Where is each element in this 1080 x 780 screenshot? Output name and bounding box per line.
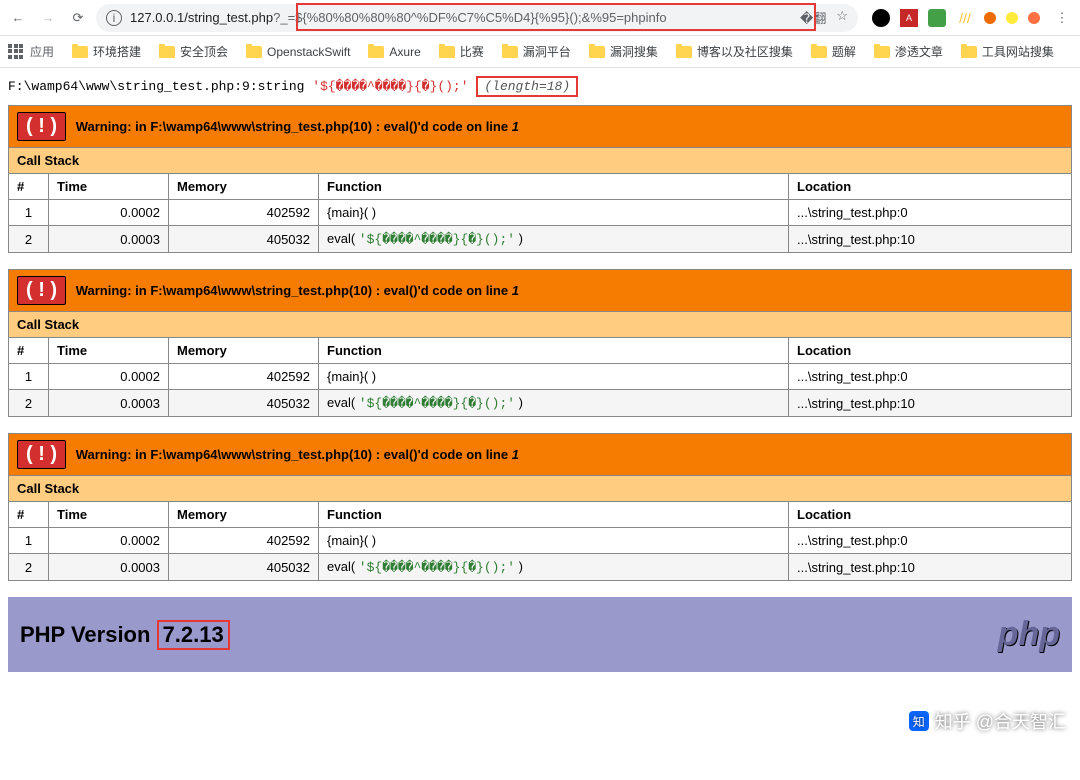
menu-icon[interactable]: ⋮ xyxy=(1050,6,1074,30)
ext-dot3-icon[interactable] xyxy=(1028,12,1040,24)
callstack-header-row: Call Stack xyxy=(9,148,1072,174)
bookmark-folder[interactable]: 渗透文章 xyxy=(874,43,943,60)
version-highlight-box: 7.2.13 xyxy=(157,620,230,650)
warning-icon: ( ! ) xyxy=(17,112,66,141)
callstack-row: 10.0002402592{main}( )...\string_test.ph… xyxy=(9,200,1072,226)
apps-label: 应用 xyxy=(30,43,54,60)
warning-header-row: ( ! ) Warning: in F:\wamp64\www\string_t… xyxy=(9,106,1072,148)
callstack-row: 20.0003405032eval( '${����^����}{�}();' … xyxy=(9,390,1072,417)
xdebug-warning-block: ( ! ) Warning: in F:\wamp64\www\string_t… xyxy=(8,269,1072,417)
php-logo-icon: php xyxy=(998,615,1060,654)
watermark: 知 知乎 @合天智汇 xyxy=(909,708,1066,734)
folder-icon xyxy=(874,46,890,58)
url-text: 127.0.0.1/string_test.php?_=${%80%80%80%… xyxy=(130,10,667,25)
length-highlight-box: (length=18) xyxy=(476,76,578,97)
phpinfo-label: PHP Version xyxy=(20,622,157,647)
bookmark-folder[interactable]: 比赛 xyxy=(439,43,484,60)
warning-header-row: ( ! ) Warning: in F:\wamp64\www\string_t… xyxy=(9,434,1072,476)
warning-icon: ( ! ) xyxy=(17,440,66,469)
folder-icon xyxy=(502,46,518,58)
ext-green-icon[interactable] xyxy=(928,9,946,27)
folder-icon xyxy=(589,46,605,58)
bookmark-folder[interactable]: 环境搭建 xyxy=(72,43,141,60)
callstack-row: 20.0003405032eval( '${����^����}{�}();' … xyxy=(9,554,1072,581)
bookmark-folder[interactable]: 题解 xyxy=(811,43,856,60)
reload-button[interactable]: ⟳ xyxy=(66,6,90,30)
bookmark-folder[interactable]: Axure xyxy=(368,45,420,59)
translate-icon[interactable]: �翻 xyxy=(800,8,826,27)
xdebug-warning-block: ( ! ) Warning: in F:\wamp64\www\string_t… xyxy=(8,433,1072,581)
browser-toolbar: ← → ⟳ i 127.0.0.1/string_test.php?_=${%8… xyxy=(0,0,1080,36)
vardump-output: F:\wamp64\www\string_test.php:9:string '… xyxy=(8,76,1072,97)
ext-lines-icon[interactable]: /// xyxy=(956,9,974,27)
bookmark-folder[interactable]: 工具网站搜集 xyxy=(961,43,1054,60)
warning-header-row: ( ! ) Warning: in F:\wamp64\www\string_t… xyxy=(9,270,1072,312)
callstack-columns-row: #TimeMemoryFunctionLocation xyxy=(9,174,1072,200)
folder-icon xyxy=(368,46,384,58)
zhihu-icon: 知 xyxy=(909,711,929,731)
xdebug-warning-block: ( ! ) Warning: in F:\wamp64\www\string_t… xyxy=(8,105,1072,253)
back-button[interactable]: ← xyxy=(6,6,30,30)
bookmark-folder[interactable]: 博客以及社区搜集 xyxy=(676,43,793,60)
ext-adblock-icon[interactable] xyxy=(872,9,890,27)
star-icon[interactable]: ☆ xyxy=(836,8,848,27)
callstack-header-row: Call Stack xyxy=(9,312,1072,338)
apps-grid-icon xyxy=(8,44,24,60)
callstack-columns-row: #TimeMemoryFunctionLocation xyxy=(9,502,1072,528)
folder-icon xyxy=(439,46,455,58)
callstack-row: 10.0002402592{main}( )...\string_test.ph… xyxy=(9,528,1072,554)
folder-icon xyxy=(961,46,977,58)
ext-dot1-icon[interactable] xyxy=(984,12,996,24)
forward-button[interactable]: → xyxy=(36,6,60,30)
folder-icon xyxy=(72,46,88,58)
bookmark-folder[interactable]: OpenstackSwift xyxy=(246,45,350,59)
callstack-row: 10.0002402592{main}( )...\string_test.ph… xyxy=(9,364,1072,390)
apps-button[interactable]: 应用 xyxy=(8,43,54,60)
callstack-columns-row: #TimeMemoryFunctionLocation xyxy=(9,338,1072,364)
warning-icon: ( ! ) xyxy=(17,276,66,305)
folder-icon xyxy=(676,46,692,58)
bookmark-folder[interactable]: 漏洞平台 xyxy=(502,43,571,60)
bookmarks-bar: 应用 环境搭建 安全顶会 OpenstackSwift Axure 比赛 漏洞平… xyxy=(0,36,1080,68)
folder-icon xyxy=(246,46,262,58)
bookmark-folder[interactable]: 安全顶会 xyxy=(159,43,228,60)
bookmark-folder[interactable]: 漏洞搜集 xyxy=(589,43,658,60)
folder-icon xyxy=(811,46,827,58)
ext-pdf-icon[interactable]: A xyxy=(900,9,918,27)
site-info-icon[interactable]: i xyxy=(106,10,122,26)
callstack-header-row: Call Stack xyxy=(9,476,1072,502)
phpinfo-header: PHP Version 7.2.13 php xyxy=(8,597,1072,672)
page-content: F:\wamp64\www\string_test.php:9:string '… xyxy=(0,68,1080,680)
folder-icon xyxy=(159,46,175,58)
extensions-area: A /// ⋮ xyxy=(872,6,1074,30)
address-bar[interactable]: i 127.0.0.1/string_test.php?_=${%80%80%8… xyxy=(96,4,858,32)
callstack-row: 20.0003405032eval( '${����^����}{�}();' … xyxy=(9,226,1072,253)
ext-dot2-icon[interactable] xyxy=(1006,12,1018,24)
